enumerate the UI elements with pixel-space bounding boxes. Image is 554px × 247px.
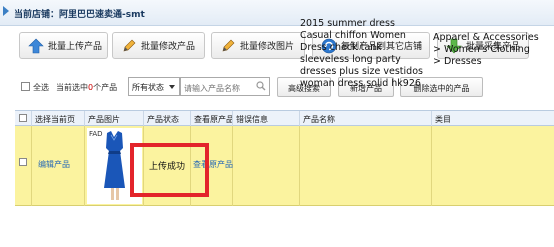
- select-all-checkbox[interactable]: [21, 82, 30, 91]
- edit-product-link[interactable]: 编辑产品: [38, 159, 70, 170]
- product-table: 选择当前页 产品图片 产品状态 查看原产品 错误信息 产品名称 类目 编辑产品 …: [15, 110, 554, 206]
- upload-arrow-icon: [28, 38, 44, 53]
- header-checkbox-cell: [15, 111, 32, 127]
- row-category-cell: [432, 126, 554, 206]
- row-name-cell: [300, 126, 432, 206]
- caret-right-icon: [3, 6, 9, 16]
- svg-text:FAD: FAD: [89, 130, 103, 138]
- selected-count-text: 当前选中0个产品: [56, 83, 118, 92]
- chevron-down-icon: [169, 85, 175, 89]
- row-error-cell: [233, 126, 300, 206]
- table-row[interactable]: 编辑产品 FAD 上传成功 查看原产品: [15, 126, 554, 206]
- status-select[interactable]: 所有状态: [128, 77, 180, 96]
- batch-edit-images-button[interactable]: 批量修改图片: [211, 32, 305, 59]
- row-action-cell: 编辑产品: [32, 126, 85, 206]
- store-title-bar: 当前店铺：阿里巴巴速卖通-smt: [0, 0, 554, 26]
- product-category: Apparel & Accessories > Women's Clothing…: [433, 32, 539, 67]
- select-all-label: 全选: [33, 83, 49, 92]
- row-checkbox-cell: [15, 126, 32, 206]
- col-select-page: 选择当前页: [32, 111, 85, 127]
- header-checkbox[interactable]: [19, 114, 27, 122]
- col-view-original: 查看原产品: [191, 111, 233, 127]
- col-category: 类目: [435, 115, 451, 124]
- search-icon[interactable]: [256, 81, 266, 91]
- filter-bar: 全选 当前选中0个产品 所有状态 高级搜索 新增产品 删除选中的产品: [0, 77, 554, 99]
- pencil-icon: [222, 39, 235, 51]
- store-title: 当前店铺：阿里巴巴速卖通-smt: [14, 10, 145, 20]
- row-checkbox[interactable]: [19, 158, 27, 166]
- highlight-box: [130, 143, 209, 197]
- batch-edit-button[interactable]: 批量修改产品: [112, 32, 205, 59]
- col-status: 产品状态: [144, 111, 191, 127]
- col-error: 错误信息: [233, 111, 300, 127]
- table-header: 选择当前页 产品图片 产品状态 查看原产品 错误信息 产品名称 类目: [15, 110, 554, 127]
- product-name: 2015 summer dress Casual chiffon Women D…: [300, 18, 423, 89]
- col-image: 产品图片: [85, 111, 144, 127]
- pencil-icon: [123, 39, 136, 51]
- col-product-name: 产品名称: [300, 111, 432, 127]
- batch-upload-button[interactable]: 批量上传产品: [19, 32, 108, 59]
